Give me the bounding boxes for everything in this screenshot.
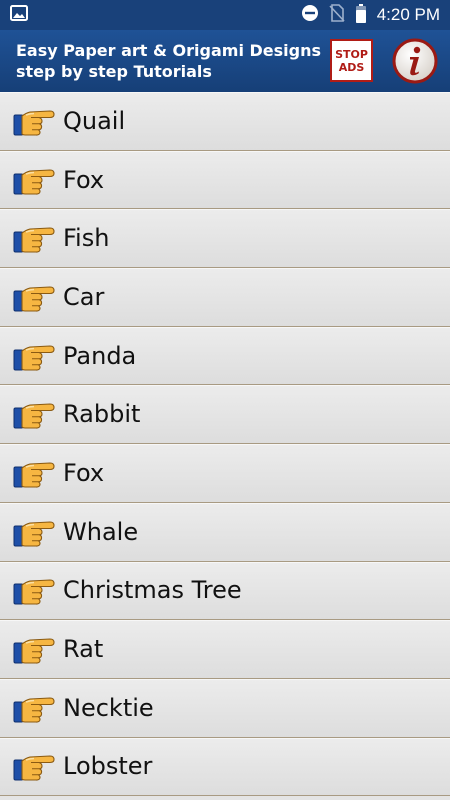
pointing-hand-icon [13,403,55,429]
list-item[interactable]: Fish [0,209,450,269]
tutorial-list[interactable]: Quail Fox Fish Car Panda Rabbit Fox Whal… [0,92,450,800]
list-item[interactable]: Christmas Tree [0,561,450,621]
list-item[interactable]: Whale [0,502,450,562]
list-item[interactable]: Rat [0,620,450,679]
list-item[interactable]: Lobster [0,737,450,797]
stop-ads-label-2: ADS [338,60,365,74]
list-item-label: Panda [63,341,137,370]
list-item[interactable]: Fox [0,444,450,503]
info-button[interactable] [392,38,438,84]
stop-ads-button[interactable]: STOP ADS [330,39,373,82]
list-item-label: Whale [63,517,139,546]
list-item[interactable]: Fox [0,150,450,210]
list-item-label: Fox [63,458,105,487]
pointing-hand-icon [13,755,55,781]
stop-ads-label-1: STOP [335,47,368,61]
pointing-hand-icon [13,110,55,136]
list-item[interactable]: Car [0,268,450,327]
list-item-label: Christmas Tree [63,576,242,605]
do-not-disturb-icon [301,4,319,26]
list-item-label: Necktie [63,693,154,722]
no-sim-icon [329,4,345,26]
image-icon [10,5,28,25]
pointing-hand-icon [13,286,55,312]
app-header: Easy Paper art & Origami Designs step by… [0,30,450,92]
list-item-label: Fish [63,224,110,253]
list-item-label: Lobster [63,752,153,781]
list-item[interactable]: Rabbit [0,385,450,445]
battery-icon [355,3,367,27]
pointing-hand-icon [13,579,55,605]
app-title-line-2: step by step Tutorials [16,62,212,81]
pointing-hand-icon [13,227,55,253]
pointing-hand-icon [13,168,55,195]
info-icon [392,38,438,84]
list-item-label: Fox [63,165,105,194]
pointing-hand-icon [13,638,55,664]
list-item[interactable]: Necktie [0,678,450,738]
pointing-hand-icon [13,697,55,723]
list-item-label: Rat [63,635,104,664]
pointing-hand-icon [13,462,55,488]
list-item-label: Car [63,282,105,311]
list-item-label: Quail [63,106,126,135]
list-item[interactable]: Panda [0,326,450,386]
app-title-line-1: Easy Paper art & Origami Designs [16,41,321,60]
status-bar: 4:20 PM [0,0,450,30]
app-title: Easy Paper art & Origami Designs step by… [16,40,321,82]
pointing-hand-icon [13,521,55,547]
clock: 4:20 PM [376,5,440,24]
pointing-hand-icon [13,345,55,371]
list-item[interactable]: Quail [0,92,450,151]
list-item-label: Rabbit [63,400,141,429]
